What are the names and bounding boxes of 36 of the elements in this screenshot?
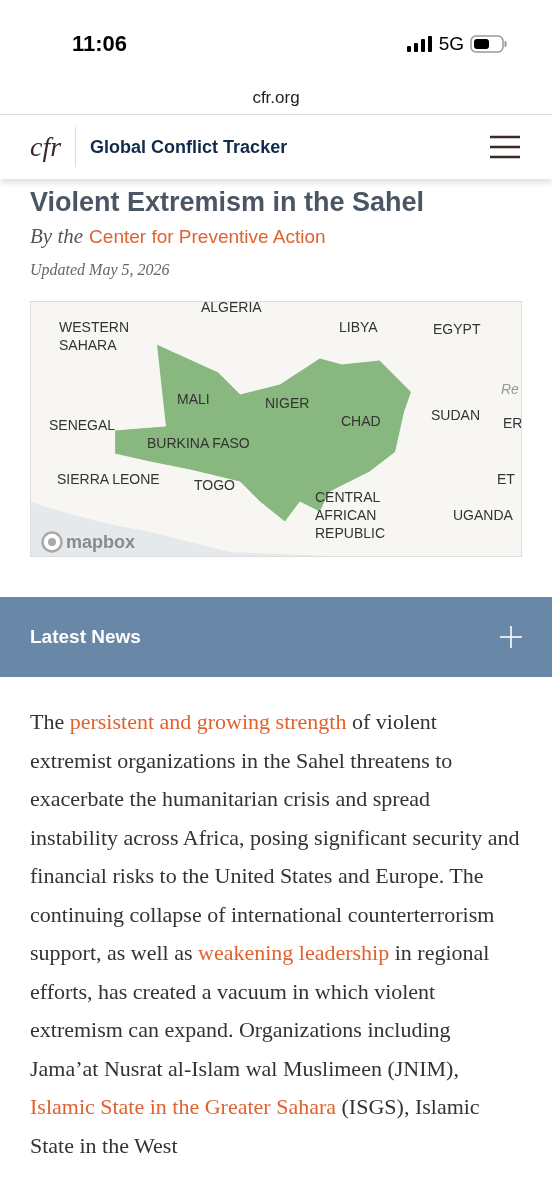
map-label: NIGER: [265, 394, 310, 413]
byline: By the Center for Preventive Action: [30, 224, 327, 249]
menu-icon[interactable]: [490, 135, 520, 159]
clock-time: 11:06: [72, 31, 128, 57]
map-label: WESTERN SAHARA: [59, 318, 130, 355]
map-label: ALGERIA: [201, 302, 262, 317]
map-label: EGYPT: [433, 320, 481, 339]
inline-link[interactable]: persistent and growing strength: [69, 709, 347, 734]
map-label: BURKINA FASO: [147, 434, 250, 453]
inline-link[interactable]: Islamic State in the Greater Sahara: [30, 1094, 337, 1119]
map-label: Re: [501, 380, 519, 399]
latest-news-bar[interactable]: Latest News: [0, 597, 552, 677]
inline-link[interactable]: weakening leadership: [198, 940, 390, 965]
article-title: Violent Extremism in the Sahel: [30, 187, 426, 218]
map-label: ER: [503, 414, 521, 433]
mapbox-logo-icon: [41, 531, 63, 553]
site-title[interactable]: Global Conflict Tracker: [90, 136, 490, 158]
map-label: SENEGAL: [49, 416, 116, 435]
map-label: SUDAN: [431, 406, 480, 425]
signal-icon: [406, 36, 433, 52]
plus-icon: [500, 626, 522, 648]
map-label: TOGO: [194, 476, 235, 495]
network-label: 5G: [438, 33, 464, 55]
map-label: MALI: [177, 390, 210, 409]
site-logo[interactable]: cfr: [30, 131, 62, 163]
map-label: LIBYA: [339, 318, 378, 337]
map-label: ET: [497, 470, 515, 489]
author-link[interactable]: Center for Preventive Action: [89, 226, 326, 247]
battery-icon: [470, 35, 508, 53]
map-label: SIERRA LEONE: [57, 470, 160, 489]
map-label: UGANDA: [453, 506, 513, 525]
mapbox-wordmark[interactable]: mapbox: [66, 531, 135, 553]
url-bar[interactable]: cfr.org: [0, 88, 552, 114]
updated-date: Updated May 5, 2026: [30, 261, 171, 279]
article-paragraph: The persistent and growing strength of violent extremist organizations in the Sahel threatens to exacerbate the humanitarian crisis and spread instability across Africa, posing significant security and financial risks to the United States and Europe. The continuing collapse of international counterterrorism support, as well as weakening leadership in regional efforts, has created a vacuum in which violent extremism can expand. Organizations including Jama’at Nusrat al-Islam wal Muslimeen (JNIM), Islamic State in the Greater Sahara (ISGS), Islamic State in the West: [30, 708, 521, 1160]
map-label: CHAD: [341, 412, 381, 431]
